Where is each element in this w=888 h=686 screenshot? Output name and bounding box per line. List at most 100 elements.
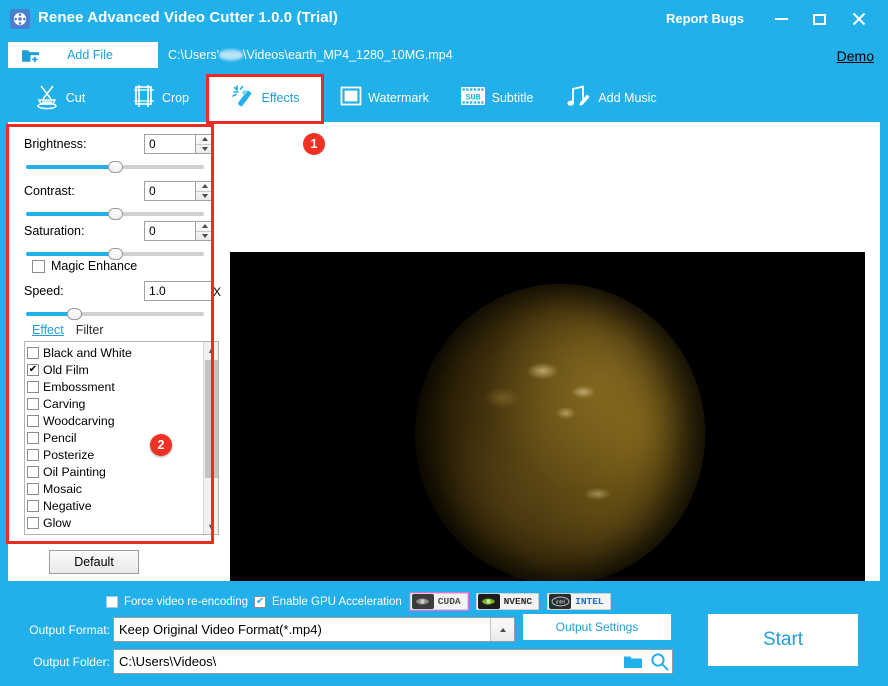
saturation-decrement[interactable] (196, 232, 213, 241)
brightness-slider[interactable] (26, 160, 204, 174)
effect-checkbox[interactable] (27, 363, 39, 376)
effect-item[interactable]: Pencil (27, 429, 203, 446)
effect-item[interactable]: Glow (27, 514, 203, 531)
effect-item[interactable]: Black and White (27, 344, 203, 361)
tab-watermark[interactable]: Watermark (324, 74, 444, 122)
chevron-up-icon[interactable] (490, 618, 514, 641)
output-settings-button[interactable]: Output Settings (523, 614, 671, 640)
gpu-badge-nvenc[interactable]: NVENC (475, 593, 540, 610)
tab-effects[interactable]: Effects (206, 74, 322, 122)
effect-checkbox[interactable] (27, 499, 39, 512)
gpu-acceleration-checkbox[interactable]: ✔ (254, 595, 267, 608)
demo-link[interactable]: Demo (837, 48, 874, 64)
contrast-input[interactable]: 0 (144, 181, 196, 201)
effect-checkbox[interactable] (27, 414, 39, 427)
gpu-options-row: Force video re-encoding ✔ Enable GPU Acc… (106, 592, 611, 611)
magic-enhance-box[interactable] (32, 259, 45, 273)
default-button[interactable]: Default (49, 550, 139, 574)
add-file-button[interactable]: Add File (8, 42, 158, 68)
effect-label: Black and White (43, 345, 132, 360)
slider-knob[interactable] (107, 161, 123, 173)
effect-checkbox[interactable] (27, 346, 39, 359)
close-button[interactable] (844, 8, 874, 30)
effect-item[interactable]: Embossment (27, 378, 203, 395)
gpu-badge-cuda[interactable]: CUDA (408, 592, 469, 611)
contrast-stepper[interactable] (196, 181, 214, 201)
effect-list-scrollbar[interactable]: ▲ ▼ (203, 342, 218, 534)
brightness-input[interactable]: 0 (144, 134, 196, 154)
saturation-increment[interactable] (196, 222, 213, 232)
effect-item[interactable]: Old Film (27, 361, 203, 378)
effect-item[interactable]: Mosaic (27, 480, 203, 497)
add-file-icon (20, 46, 40, 64)
effect-checkbox[interactable] (27, 482, 39, 495)
subtab-filter[interactable]: Filter (76, 323, 104, 337)
effect-checkbox[interactable] (27, 533, 39, 534)
effect-filter-tabs: Effect Filter (32, 323, 104, 337)
gpu-badge-intel[interactable]: intel INTEL (547, 593, 611, 610)
contrast-increment[interactable] (196, 182, 213, 192)
effect-label: Haze (43, 533, 72, 535)
effect-checkbox[interactable] (27, 465, 39, 478)
scrollbar-thumb[interactable] (205, 360, 218, 478)
effect-item[interactable]: Woodcarving (27, 412, 203, 429)
speed-label: Speed: (24, 284, 64, 298)
tab-crop[interactable]: Crop (114, 74, 206, 122)
speed-input[interactable]: 1.0 (144, 281, 214, 301)
start-label: Start (762, 629, 804, 650)
tab-add-music[interactable]: Add Music (552, 74, 670, 122)
brightness-stepper[interactable] (196, 134, 214, 154)
scroll-up-icon[interactable]: ▲ (204, 342, 218, 357)
contrast-decrement[interactable] (196, 192, 213, 201)
saturation-input[interactable]: 0 (144, 221, 196, 241)
effect-item[interactable]: Negative (27, 497, 203, 514)
effect-checkbox[interactable] (27, 380, 39, 393)
tab-label: Add Music (598, 91, 657, 105)
effect-checkbox[interactable] (27, 516, 39, 529)
video-frame-earth (415, 284, 705, 584)
output-folder-field[interactable]: C:\Users\Videos\ (113, 649, 673, 674)
gpu-acceleration-label: Enable GPU Acceleration (272, 595, 402, 608)
slider-knob[interactable] (107, 208, 123, 220)
saturation-stepper[interactable] (196, 221, 214, 241)
minimize-button[interactable] (766, 8, 796, 30)
slider-fill (26, 252, 115, 256)
film-crop-icon (131, 83, 157, 114)
tab-cut[interactable]: Cut (14, 74, 104, 122)
effect-checkbox[interactable] (27, 431, 39, 444)
gpu-badge-label: INTEL (575, 596, 604, 607)
saturation-row: Saturation: 0 (24, 220, 214, 242)
video-preview[interactable] (230, 252, 865, 610)
contrast-slider[interactable] (26, 207, 204, 221)
output-format-field[interactable]: Keep Original Video Format(*.mp4) (113, 617, 515, 642)
intel-logo-icon: intel (549, 594, 572, 609)
magnifier-icon[interactable] (646, 652, 672, 671)
force-reencode-label: Force video re-encoding (124, 595, 249, 608)
speed-slider[interactable] (26, 307, 204, 321)
subtab-effect[interactable]: Effect (32, 323, 64, 337)
effect-list: Black and White Old Film Embossment Carving… (25, 342, 203, 534)
effect-item[interactable]: Haze (27, 531, 203, 535)
maximize-button[interactable] (804, 8, 834, 30)
magic-enhance-checkbox[interactable]: Magic Enhance (32, 259, 137, 273)
effect-item[interactable]: Posterize (27, 446, 203, 463)
effect-item[interactable]: Carving (27, 395, 203, 412)
effect-checkbox[interactable] (27, 397, 39, 410)
speed-row: Speed: 1.0 (24, 280, 214, 302)
effect-label: Woodcarving (43, 413, 115, 428)
brightness-decrement[interactable] (196, 145, 213, 154)
effect-item[interactable]: Oil Painting (27, 463, 203, 480)
subtitle-film-icon: SUB (459, 84, 487, 113)
tab-label: Cut (65, 91, 86, 105)
effect-checkbox[interactable] (27, 448, 39, 461)
tab-subtitle[interactable]: SUB Subtitle (444, 74, 548, 122)
brightness-increment[interactable] (196, 135, 213, 145)
output-folder-label: Output Folder: (33, 655, 110, 669)
folder-icon[interactable] (620, 654, 646, 670)
force-reencode-checkbox[interactable] (106, 595, 118, 608)
report-bugs-link[interactable]: Report Bugs (666, 11, 744, 26)
slider-knob[interactable] (66, 308, 82, 320)
step-badge-1: 1 (303, 133, 325, 155)
scroll-down-icon[interactable]: ▼ (204, 519, 218, 534)
start-button[interactable]: Start (708, 614, 858, 666)
